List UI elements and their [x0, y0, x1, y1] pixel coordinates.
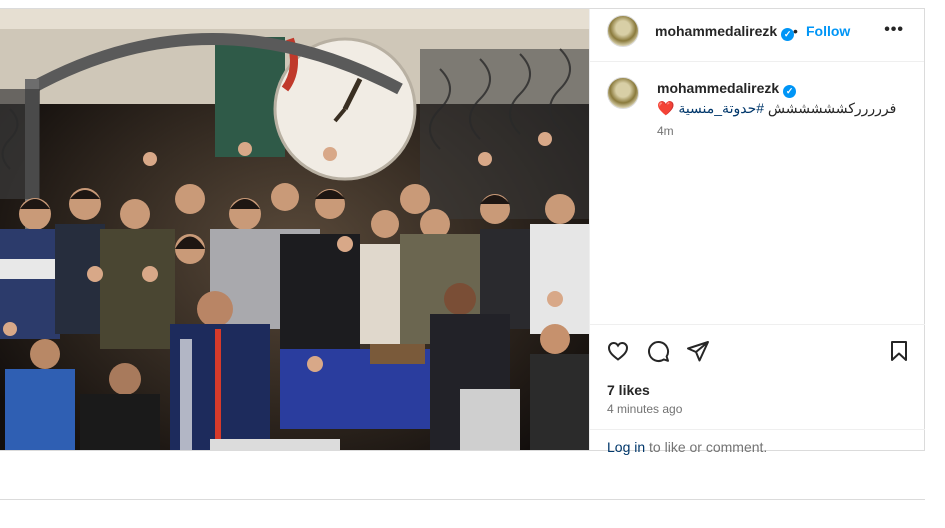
avatar[interactable]: [607, 15, 639, 47]
post-sidebar: mohammedalirezk ✓ • Follow ••• mohammedal…: [589, 9, 925, 455]
post-card: mohammedalirezk ✓ • Follow ••• mohammedal…: [0, 8, 925, 455]
caption-main-text: فررررركشششششش: [767, 100, 897, 116]
bookmark-icon[interactable]: [887, 339, 911, 368]
login-link[interactable]: Log in: [607, 439, 645, 455]
heart-icon[interactable]: [606, 339, 630, 368]
username-text[interactable]: mohammedalirezk: [655, 23, 777, 39]
verified-badge-icon: ✓: [783, 85, 797, 98]
paper-plane-icon[interactable]: [686, 339, 710, 368]
likes-count[interactable]: 7 likes: [607, 382, 650, 398]
post-header: mohammedalirezk ✓ • Follow •••: [590, 9, 924, 62]
more-options-icon[interactable]: •••: [884, 21, 904, 39]
author-username[interactable]: mohammedalirezk ✓: [655, 23, 795, 41]
caption-username-text[interactable]: mohammedalirezk: [657, 80, 779, 96]
login-prompt-text: to like or comment.: [645, 439, 768, 455]
login-prompt: Log in to like or comment.: [590, 429, 925, 455]
separator-dot: •: [793, 23, 798, 39]
post-photo[interactable]: [0, 9, 589, 450]
caption-avatar[interactable]: [607, 77, 639, 109]
comment-icon[interactable]: [646, 339, 670, 368]
heart-emoji: ❤️: [657, 100, 675, 116]
caption-username[interactable]: mohammedalirezk ✓: [657, 80, 797, 98]
hashtag-link[interactable]: #حدوتة_منسية: [678, 100, 764, 116]
section-divider: [0, 499, 925, 500]
caption-text: فررررركشششششش #حدوتة_منسية ❤️: [657, 100, 907, 117]
group-photo-illustration: [0, 9, 589, 450]
post-age[interactable]: 4 minutes ago: [607, 402, 682, 416]
action-bar: 7 likes 4 minutes ago Log in to like or …: [590, 324, 925, 455]
follow-button[interactable]: Follow: [806, 23, 850, 39]
caption-timestamp[interactable]: 4m: [657, 124, 674, 138]
